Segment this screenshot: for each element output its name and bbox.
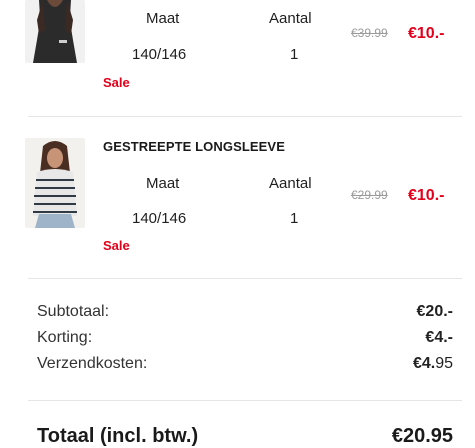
discount-value: €4.- [425,329,453,346]
discount-label: Korting: [37,329,93,346]
divider [28,400,462,401]
old-price-1: €39.99 [351,26,388,40]
product-title-2[interactable]: GESTREEPTE LONGSLEEVE [103,139,285,154]
size-label-1: Maat [146,10,180,27]
size-value-1: 140/146 [132,46,187,63]
sale-price-2: €10.- [408,187,445,204]
sale-price-1: €10.- [408,25,445,42]
shipping-value: €4.95 [413,355,453,373]
product-photo-striped-longsleeve [25,138,85,228]
shipping-value-decimals: 95 [435,355,453,372]
sale-badge-1: Sale [103,75,130,90]
product-image-1[interactable] [25,0,85,63]
shipping-value-main: €4. [412,355,436,372]
sale-badge-2: Sale [103,238,130,253]
old-price-2: €29.99 [351,188,388,202]
size-value-2: 140/146 [132,210,187,227]
shipping-label: Verzendkosten: [37,355,148,372]
subtotal-value: €20.- [416,303,453,320]
product-photo-hoodie [25,0,85,63]
quantity-label-2: Aantal [269,175,312,192]
quantity-label-1: Aantal [269,10,312,27]
divider [28,116,462,117]
size-label-2: Maat [146,175,180,192]
subtotal-label: Subtotaal: [37,303,110,320]
product-image-2[interactable] [25,138,85,228]
divider [28,278,462,279]
quantity-value-1: 1 [290,46,299,63]
quantity-value-2: 1 [290,210,299,227]
